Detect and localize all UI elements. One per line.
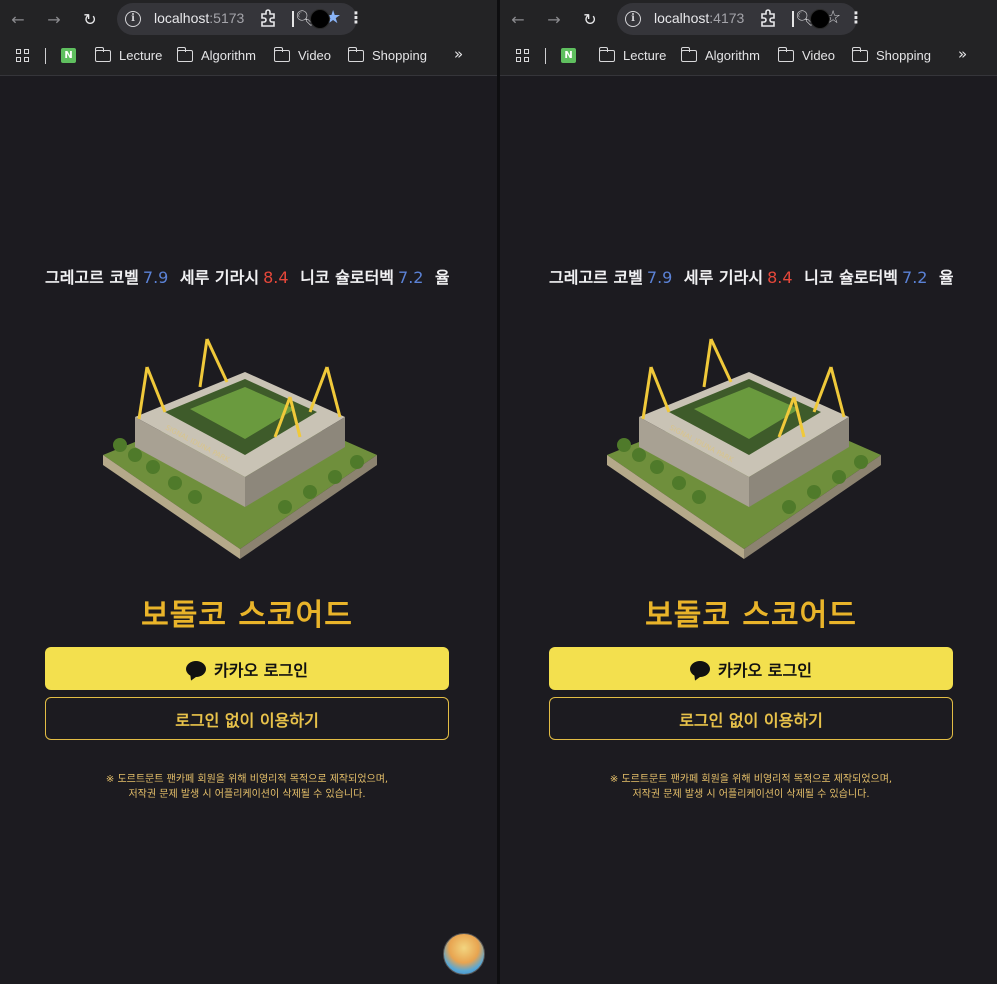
- guest-access-label: 로그인 없이 이용하기: [679, 710, 823, 730]
- back-arrow-icon[interactable]: ←: [8, 9, 28, 29]
- site-info-icon[interactable]: i: [125, 11, 141, 27]
- floating-island-avatar-button[interactable]: [443, 933, 485, 975]
- guest-access-label: 로그인 없이 이용하기: [175, 710, 319, 730]
- guest-access-button[interactable]: 로그인 없이 이용하기: [549, 697, 953, 740]
- bookmark-lecture[interactable]: Lecture: [598, 46, 666, 63]
- app-title: 보돌코 스코어드: [645, 598, 857, 633]
- bookmark-lecture[interactable]: Lecture: [94, 46, 162, 63]
- copyright-notice: ※ 도르트문트 팬카페 회원을 위해 비영리적 목적으로 제작되었으며, 저작권…: [45, 772, 449, 802]
- ticker-player-score: 7.2: [902, 268, 928, 287]
- browser-toolbar: ← → ↻ i localhost:5173 🔍︎ ★ ⋮: [0, 0, 497, 38]
- folder-icon: [176, 46, 193, 62]
- site-info-icon[interactable]: i: [625, 11, 641, 27]
- url-text[interactable]: localhost:4173: [654, 10, 744, 26]
- toolbar-separator: [792, 11, 794, 27]
- bookmarks-separator: [545, 48, 546, 64]
- kakao-login-button[interactable]: 카카오 로그인: [45, 647, 449, 690]
- notice-line-1: ※ 도르트문트 팬카페 회원을 위해 비영리적 목적으로 제작되었으며,: [609, 774, 893, 785]
- stadium-illustration: SIGNAL IDUNA PARK: [607, 338, 881, 559]
- ticker-player-name: 세루 기라시: [683, 268, 764, 287]
- notion-bookmark-icon[interactable]: N: [61, 48, 76, 63]
- reload-icon[interactable]: ↻: [80, 9, 100, 29]
- menu-kebab-icon[interactable]: ⋮: [848, 8, 864, 28]
- kakao-login-label: 카카오 로그인: [214, 660, 308, 680]
- profile-avatar[interactable]: [810, 9, 830, 29]
- folder-icon: [680, 46, 697, 62]
- bookmark-shopping[interactable]: Shopping: [347, 46, 427, 63]
- player-rating-ticker: 그레고르 코벨 7.9 세루 기라시 8.4 니코 슐로터벡 7.2 율: [549, 264, 953, 288]
- bookmark-algorithm[interactable]: Algorithm: [680, 46, 760, 63]
- folder-icon: [598, 46, 615, 62]
- notice-line-1: ※ 도르트문트 팬카페 회원을 위해 비영리적 목적으로 제작되었으며,: [105, 774, 389, 785]
- forward-arrow-icon[interactable]: →: [44, 9, 64, 29]
- ticker-player-name: 니코 슐로터벡: [804, 268, 899, 287]
- bookmark-shopping[interactable]: Shopping: [851, 46, 931, 63]
- back-arrow-icon[interactable]: ←: [508, 9, 528, 29]
- ticker-player-name: 그레고르 코벨: [45, 268, 139, 287]
- notice-line-2: 저작권 문제 발생 시 어플리케이션이 삭제될 수 있습니다.: [632, 789, 870, 800]
- ticker-player-score: 8.4: [263, 268, 289, 287]
- kakao-login-label: 카카오 로그인: [718, 660, 812, 680]
- apps-grid-icon[interactable]: [16, 49, 30, 63]
- toolbar-separator: [292, 11, 294, 27]
- folder-icon: [273, 46, 290, 62]
- ticker-player-name: 니코 슐로터벡: [300, 268, 395, 287]
- bookmarks-overflow-chevron-icon[interactable]: »: [958, 45, 967, 63]
- browser-window-left: ← → ↻ i localhost:5173 🔍︎ ★ ⋮ N Lecture …: [0, 0, 497, 984]
- browser-window-right: ← → ↻ i localhost:4173 🔍︎ ☆ ⋮ N Lecture …: [500, 0, 997, 984]
- ticker-player-name: 그레고르 코벨: [549, 268, 643, 287]
- ticker-player-name: 세루 기라시: [179, 268, 260, 287]
- folder-icon: [347, 46, 364, 62]
- player-rating-ticker: 그레고르 코벨 7.9 세루 기라시 8.4 니코 슐로터벡 7.2 율: [45, 264, 449, 288]
- ticker-player-name: 율: [435, 268, 449, 287]
- ticker-player-name: 율: [939, 268, 953, 287]
- bookmark-video[interactable]: Video: [777, 46, 835, 63]
- reload-icon[interactable]: ↻: [580, 9, 600, 29]
- extensions-puzzle-icon[interactable]: [258, 8, 278, 28]
- bookmark-algorithm[interactable]: Algorithm: [176, 46, 256, 63]
- guest-access-button[interactable]: 로그인 없이 이용하기: [45, 697, 449, 740]
- speech-bubble-icon: [690, 660, 711, 677]
- ticker-player-score: 7.2: [398, 268, 424, 287]
- notice-line-2: 저작권 문제 발생 시 어플리케이션이 삭제될 수 있습니다.: [128, 789, 366, 800]
- apps-grid-icon[interactable]: [516, 49, 530, 63]
- ticker-player-score: 8.4: [767, 268, 793, 287]
- folder-icon: [851, 46, 868, 62]
- stadium-illustration: SIGNAL IDUNA PARK: [103, 338, 377, 559]
- extensions-puzzle-icon[interactable]: [758, 8, 778, 28]
- notion-bookmark-icon[interactable]: N: [561, 48, 576, 63]
- menu-kebab-icon[interactable]: ⋮: [348, 8, 364, 28]
- folder-icon: [777, 46, 794, 62]
- forward-arrow-icon[interactable]: →: [544, 9, 564, 29]
- bookmark-video[interactable]: Video: [273, 46, 331, 63]
- ticker-player-score: 7.9: [646, 268, 673, 287]
- browser-toolbar: ← → ↻ i localhost:4173 🔍︎ ☆ ⋮: [500, 0, 997, 38]
- speech-bubble-icon: [186, 660, 207, 677]
- profile-avatar[interactable]: [310, 9, 330, 29]
- url-text[interactable]: localhost:5173: [154, 10, 244, 26]
- ticker-player-score: 7.9: [142, 268, 169, 287]
- app-title: 보돌코 스코어드: [141, 598, 353, 633]
- bookmarks-separator: [45, 48, 46, 64]
- kakao-login-button[interactable]: 카카오 로그인: [549, 647, 953, 690]
- folder-icon: [94, 46, 111, 62]
- copyright-notice: ※ 도르트문트 팬카페 회원을 위해 비영리적 목적으로 제작되었으며, 저작권…: [549, 772, 953, 802]
- bookmarks-overflow-chevron-icon[interactable]: »: [454, 45, 463, 63]
